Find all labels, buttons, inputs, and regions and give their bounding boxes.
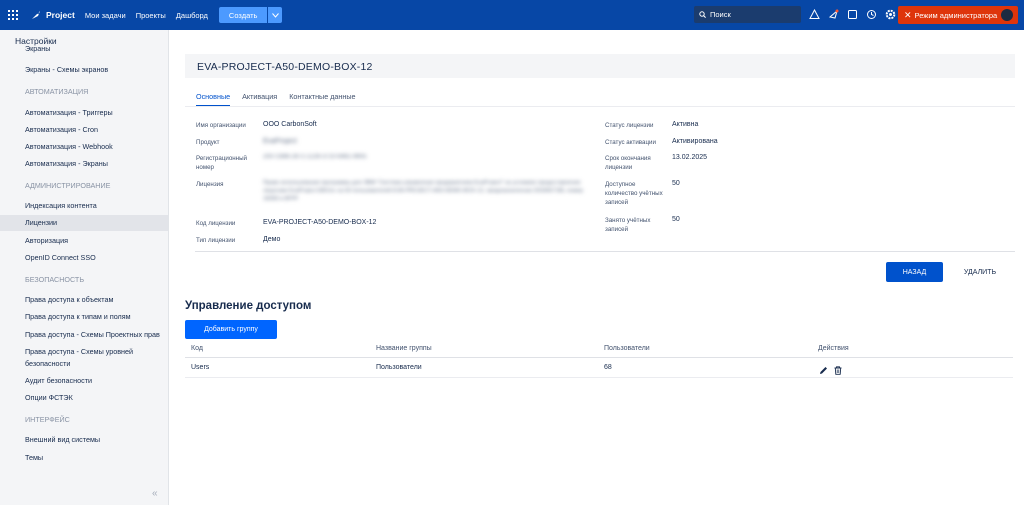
admin-mode-button[interactable]: ✕ Режим администратора bbox=[898, 6, 1018, 24]
field-label-used-accounts: Занято учётных записей bbox=[605, 217, 651, 233]
sidebar-item-screen-schemes[interactable]: Экраны - Схемы экранов bbox=[0, 62, 168, 78]
back-button[interactable]: НАЗАД bbox=[886, 262, 943, 282]
sidebar-section-security: БЕЗОПАСНОСТЬ bbox=[25, 275, 85, 284]
rocket-icon bbox=[32, 11, 40, 19]
feedback-icon[interactable] bbox=[846, 8, 858, 20]
sidebar-item-automation-triggers[interactable]: Автоматизация - Триггеры bbox=[0, 105, 168, 121]
field-label-organization: Имя организации bbox=[196, 122, 246, 129]
field-label-expiration: Срок окончания лицензии bbox=[605, 155, 651, 171]
page-title: EVA-PROJECT-A50-DEMO-BOX-12 bbox=[197, 61, 373, 73]
field-label-license-code: Код лицензии bbox=[196, 220, 236, 227]
sidebar-item-licenses[interactable]: Лицензии bbox=[0, 215, 168, 231]
field-value-organization: ООО CarbonSoft bbox=[263, 121, 317, 128]
add-group-button[interactable]: Добавить группу bbox=[185, 320, 277, 339]
sidebar-item-security-audit[interactable]: Аудит безопасности bbox=[0, 373, 168, 389]
column-header-group-name: Название группы bbox=[376, 345, 432, 352]
nav-dashboard[interactable]: Дашборд bbox=[176, 11, 208, 20]
field-label-available-accounts: Доступное количество учётных записей bbox=[605, 181, 663, 206]
sidebar-item-security-level-schemes[interactable]: Права доступа - Схемы уровней безопаснос… bbox=[0, 346, 168, 370]
tab-contacts[interactable]: Контактные данные bbox=[289, 92, 355, 107]
alerts-icon[interactable] bbox=[808, 8, 820, 20]
sidebar-item-openid-sso[interactable]: OpenID Connect SSO bbox=[0, 250, 168, 266]
sidebar-item-type-field-permissions[interactable]: Права доступа к типам и полям bbox=[0, 309, 168, 325]
table-header-divider bbox=[185, 357, 1013, 358]
create-button[interactable]: Создать bbox=[218, 7, 268, 23]
column-header-users: Пользователи bbox=[604, 345, 650, 352]
sidebar-section-interface: ИНТЕРФЕЙС bbox=[25, 415, 70, 424]
tab-general[interactable]: Основные bbox=[196, 92, 231, 107]
tab-activation[interactable]: Активация bbox=[242, 92, 277, 107]
field-value-license-code: EVA-PROJECT-A50-DEMO-BOX-12 bbox=[263, 219, 377, 226]
notifications-icon[interactable] bbox=[827, 8, 839, 20]
tab-divider bbox=[185, 106, 1015, 107]
field-value-license-type: Демо bbox=[263, 236, 281, 243]
search-placeholder: Поиск bbox=[710, 10, 731, 19]
field-value-license-status: Активна bbox=[672, 121, 699, 128]
field-value-registration-number: 20071986-2671-1226-3710-6461-9905 bbox=[263, 154, 367, 160]
search-icon bbox=[699, 11, 706, 18]
license-tabs: Основные Активация Контактные данные bbox=[196, 92, 356, 107]
fields-divider bbox=[195, 251, 1015, 252]
collapse-sidebar-icon[interactable]: « bbox=[152, 488, 158, 499]
sidebar-item-indexing[interactable]: Индексация контента bbox=[0, 198, 168, 214]
column-header-actions: Действия bbox=[818, 345, 849, 352]
avatar[interactable] bbox=[1001, 9, 1013, 21]
field-value-used-accounts: 50 bbox=[672, 216, 680, 223]
sidebar-item-appearance[interactable]: Внешний вид системы bbox=[0, 432, 168, 448]
cell-code: Users bbox=[191, 364, 210, 371]
sidebar-item-project-permission-schemes[interactable]: Права доступа - Схемы Проектных прав bbox=[0, 327, 168, 343]
cell-group-name: Пользователи bbox=[376, 364, 422, 371]
sidebar-item-authorization[interactable]: Авторизация bbox=[0, 233, 168, 249]
nav-my-tasks[interactable]: Мои задачи bbox=[85, 11, 126, 20]
sidebar-item-automation-webhook[interactable]: Автоматизация - Webhook bbox=[0, 139, 168, 155]
field-label-license-status: Статус лицензии bbox=[605, 122, 654, 129]
field-label-product: Продукт bbox=[196, 139, 220, 146]
access-section-title: Управление доступом bbox=[185, 300, 312, 312]
sidebar-item-automation-cron[interactable]: Автоматизация - Cron bbox=[0, 122, 168, 138]
field-label-registration-number: Регистрационный номер bbox=[196, 155, 247, 171]
brand-name: Project bbox=[46, 10, 75, 20]
cell-users: 68 bbox=[604, 364, 612, 371]
field-label-license-type: Тип лицензии bbox=[196, 237, 236, 244]
sidebar-item-screens[interactable]: Экраны bbox=[0, 44, 168, 54]
table-row bbox=[185, 377, 1013, 378]
brand-logo[interactable]: Project bbox=[30, 9, 75, 21]
field-label-license: Лицензия bbox=[196, 181, 224, 188]
create-dropdown-button[interactable] bbox=[268, 7, 283, 23]
delete-button[interactable]: УДАЛИТЬ bbox=[955, 262, 1005, 282]
field-value-product: EvaProject bbox=[263, 138, 297, 145]
history-icon[interactable] bbox=[865, 8, 877, 20]
close-icon[interactable]: ✕ bbox=[904, 10, 912, 21]
main-nav: Мои задачи Проекты Дашборд bbox=[75, 11, 208, 20]
top-icons bbox=[808, 8, 896, 20]
sidebar-item-themes[interactable]: Темы bbox=[0, 450, 168, 466]
chevron-down-icon bbox=[272, 12, 279, 18]
app-switcher-icon[interactable] bbox=[8, 10, 18, 20]
field-value-available-accounts: 50 bbox=[672, 180, 680, 187]
field-value-license: Право использования программы для ЭВМ "С… bbox=[263, 180, 584, 202]
column-header-code: Код bbox=[191, 345, 203, 352]
field-label-activation-status: Статус активации bbox=[605, 139, 656, 146]
settings-icon[interactable] bbox=[884, 8, 896, 20]
sidebar-section-admin: АДМИНИСТРИРОВАНИЕ bbox=[25, 181, 111, 190]
settings-sidebar: Настройки Экраны Экраны - Схемы экранов … bbox=[0, 30, 169, 505]
sidebar-item-object-permissions[interactable]: Права доступа к объектам bbox=[0, 292, 168, 308]
sidebar-item-fstec-options[interactable]: Опции ФСТЭК bbox=[0, 390, 168, 406]
field-value-expiration: 13.02.2025 bbox=[672, 154, 708, 161]
search-field[interactable]: Поиск bbox=[694, 6, 801, 23]
nav-projects[interactable]: Проекты bbox=[136, 11, 166, 20]
sidebar-section-automation: АВТОМАТИЗАЦИЯ bbox=[25, 87, 89, 96]
create-group: Создать bbox=[218, 7, 283, 23]
sidebar-item-automation-screens[interactable]: Автоматизация - Экраны bbox=[0, 156, 168, 172]
admin-mode-label: Режим администратора bbox=[914, 10, 998, 20]
field-value-activation-status: Активирована bbox=[672, 138, 718, 145]
